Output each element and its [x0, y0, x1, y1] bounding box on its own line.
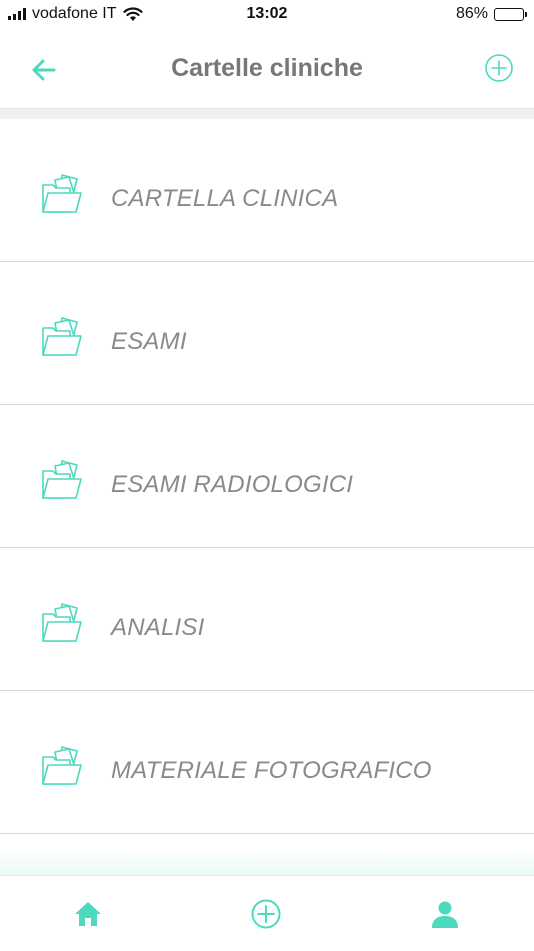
folder-icon	[42, 317, 82, 356]
navigation-bar: Cartelle cliniche	[0, 30, 534, 109]
records-list: CARTELLA CLINICA ESAMI ESAMI RADIOLOGICI…	[0, 119, 534, 834]
folder-icon	[42, 746, 82, 785]
list-item-label: MATERIALE FOTOGRAFICO	[111, 757, 432, 784]
folder-icon	[42, 460, 82, 499]
list-item-analisi[interactable]: ANALISI	[0, 548, 534, 691]
home-icon[interactable]	[72, 898, 104, 930]
status-right: 86%	[455, 5, 527, 23]
list-item-label: ESAMI	[111, 328, 187, 355]
list-item-esami[interactable]: ESAMI	[0, 262, 534, 405]
list-item-label: ESAMI RADIOLOGICI	[111, 471, 354, 498]
user-icon[interactable]	[429, 898, 461, 930]
page-title: Cartelle cliniche	[171, 54, 363, 82]
list-item-label: CARTELLA CLINICA	[111, 185, 339, 212]
battery-percent: 86%	[455, 5, 488, 22]
tab-bar	[0, 875, 534, 951]
list-item-cartella-clinica[interactable]: CARTELLA CLINICA	[0, 119, 534, 262]
status-bar: vodafone IT 13:02 86%	[0, 0, 534, 30]
folder-icon	[42, 174, 82, 213]
folder-icon	[42, 603, 82, 642]
add-button-icon[interactable]	[484, 53, 514, 83]
add-circle-icon[interactable]	[250, 898, 282, 930]
battery-icon	[494, 7, 527, 21]
status-time: 13:02	[246, 5, 288, 22]
list-item-label: ANALISI	[111, 614, 205, 641]
list-item-esami-radiologici[interactable]: ESAMI RADIOLOGICI	[0, 405, 534, 548]
header-separator	[0, 109, 534, 119]
list-item-materiale-fotografico[interactable]: MATERIALE FOTOGRAFICO	[0, 691, 534, 834]
